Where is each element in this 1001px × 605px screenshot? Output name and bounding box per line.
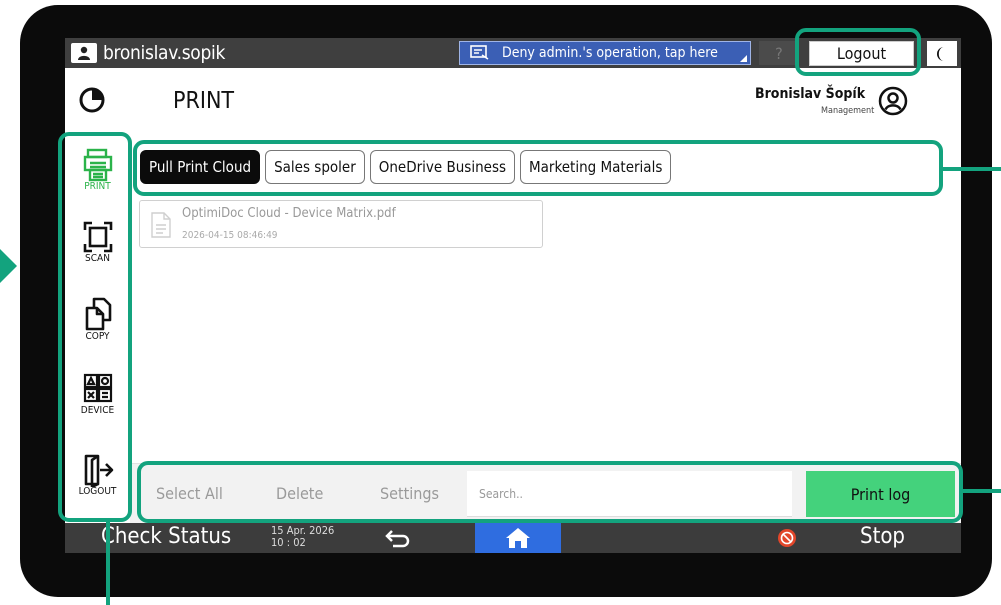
sidebar-item-copy[interactable]: COPY xyxy=(65,296,130,342)
list-item[interactable]: OptimiDoc Cloud - Device Matrix.pdf 2026… xyxy=(139,200,543,248)
sidebar-pointer-line xyxy=(106,522,110,605)
energy-saver-button[interactable] xyxy=(927,41,957,66)
check-status-button[interactable]: Check Status xyxy=(101,524,231,549)
corner-marker-icon xyxy=(740,55,747,62)
search-input[interactable]: Search.. xyxy=(467,471,792,517)
help-button[interactable]: ? xyxy=(759,41,799,65)
file-name: OptimiDoc Cloud - Device Matrix.pdf xyxy=(182,206,396,221)
deny-admin-operation-label: Deny admin.'s operation, tap here xyxy=(502,45,718,61)
app-logo-icon xyxy=(77,85,107,115)
profile-avatar-icon[interactable] xyxy=(878,86,908,116)
settings-button[interactable]: Settings xyxy=(380,484,439,503)
sidebar-item-label: PRINT xyxy=(84,181,111,192)
logout-icon xyxy=(84,454,113,487)
select-all-button[interactable]: Select All xyxy=(156,484,223,503)
tab-sales-spoler[interactable]: Sales spoler xyxy=(265,150,365,184)
home-button[interactable] xyxy=(475,523,561,553)
tabs-pointer-line xyxy=(943,167,1001,171)
print-content-area: Pull Print Cloud Sales spoler OneDrive B… xyxy=(130,136,961,463)
pointer-arrow-icon xyxy=(0,249,17,283)
username: bronislav.sopik xyxy=(103,42,226,64)
tab-marketing-materials[interactable]: Marketing Materials xyxy=(520,150,672,184)
time-label: 10 : 02 xyxy=(271,536,306,549)
sidebar-item-logout[interactable]: LOGOUT xyxy=(65,453,130,497)
printer-icon xyxy=(83,148,112,182)
logout-button[interactable]: Logout xyxy=(809,41,914,66)
document-icon xyxy=(151,212,171,238)
top-status-bar: bronislav.sopik Deny admin.'s operation,… xyxy=(65,38,961,68)
sidebar-nav: PRINT SCAN COPY DEVICE LOGOUT xyxy=(65,136,130,523)
device-screen: bronislav.sopik Deny admin.'s operation,… xyxy=(65,38,961,553)
back-arrow-icon[interactable] xyxy=(383,528,413,548)
system-status-bar: Check Status 15 Apr. 2026 10 : 02 Stop xyxy=(65,523,961,553)
remote-operation-icon xyxy=(470,45,490,61)
print-log-button[interactable]: Print log xyxy=(806,471,955,517)
user-icon xyxy=(71,43,97,63)
stop-icon[interactable] xyxy=(777,528,797,548)
sidebar-item-scan[interactable]: SCAN xyxy=(65,220,130,264)
sidebar-item-label: COPY xyxy=(85,331,110,342)
current-user: bronislav.sopik xyxy=(71,42,225,64)
account-name: Bronislav Šopík xyxy=(755,86,866,102)
page-title: PRINT xyxy=(173,88,235,114)
moon-icon xyxy=(937,46,944,61)
account-role: Management xyxy=(821,106,875,116)
scan-icon xyxy=(83,221,112,253)
sidebar-item-label: LOGOUT xyxy=(78,486,117,497)
stop-button[interactable]: Stop xyxy=(860,524,905,549)
delete-button[interactable]: Delete xyxy=(276,484,323,503)
sidebar-item-device[interactable]: DEVICE xyxy=(65,372,130,416)
source-tabs: Pull Print Cloud Sales spoler OneDrive B… xyxy=(140,150,672,184)
file-date: 2026-04-15 08:46:49 xyxy=(182,230,278,241)
copy-icon xyxy=(85,297,111,331)
device-icon xyxy=(83,373,112,403)
tab-pull-print-cloud[interactable]: Pull Print Cloud xyxy=(140,150,261,184)
date-time: 15 Apr. 2026 10 : 02 xyxy=(271,525,334,549)
deny-admin-operation-button[interactable]: Deny admin.'s operation, tap here xyxy=(459,41,751,65)
tab-onedrive-business[interactable]: OneDrive Business xyxy=(369,150,516,184)
sidebar-item-label: SCAN xyxy=(85,253,110,264)
action-bar: Select All Delete Settings Search.. Prin… xyxy=(130,463,961,524)
app-header: PRINT Bronislav Šopík Management xyxy=(65,68,961,137)
sidebar-item-print[interactable]: PRINT xyxy=(65,148,130,192)
sidebar-item-label: DEVICE xyxy=(80,405,115,416)
action-bar-pointer-line xyxy=(963,489,1001,493)
home-icon xyxy=(506,528,530,548)
